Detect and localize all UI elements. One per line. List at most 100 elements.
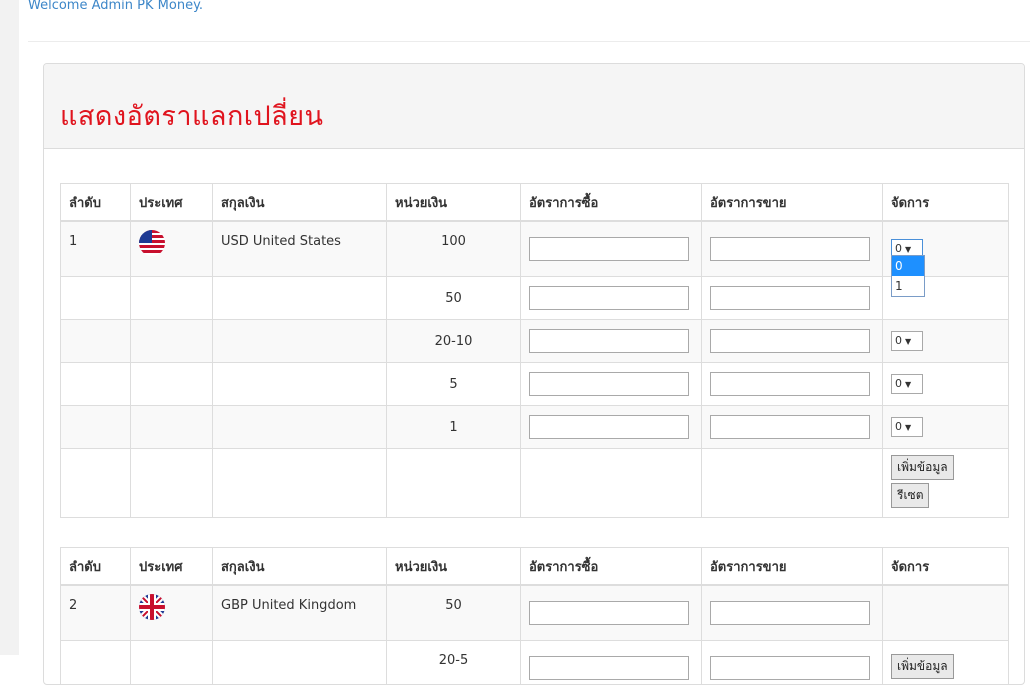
status-select-value: 0 — [895, 334, 902, 347]
table-row: 2 GBP United Kingdom — [61, 585, 1009, 641]
unit-value: 20-5 — [387, 641, 521, 685]
currency-name: USD United States — [213, 221, 387, 277]
status-select[interactable]: 0▼ — [891, 331, 923, 351]
unit-value: 1 — [387, 406, 521, 449]
col-header-no: ลำดับ — [61, 548, 131, 586]
sell-rate-input[interactable] — [710, 601, 870, 625]
col-header-buy-rate: อัตราการซื้อ — [521, 548, 702, 586]
add-data-button[interactable]: เพิ่มข้อมูล — [891, 455, 954, 480]
sell-rate-cell — [702, 641, 883, 685]
sell-rate-input[interactable] — [710, 286, 870, 310]
buy-rate-cell — [521, 221, 702, 277]
uk-flag-icon — [139, 594, 165, 620]
sell-rate-input[interactable] — [710, 329, 870, 353]
col-header-manage: จัดการ — [883, 184, 1009, 222]
left-gutter — [0, 0, 19, 655]
status-select-value: 0 — [895, 377, 902, 390]
buy-rate-cell — [521, 406, 702, 449]
unit-value: 50 — [387, 585, 521, 641]
col-header-country: ประเทศ — [131, 184, 213, 222]
col-header-manage: จัดการ — [883, 548, 1009, 586]
gbp-rate-table: ลำดับ ประเทศ สกุลเงิน หน่วยเงิน อัตราการ… — [60, 547, 1009, 685]
currency-name — [213, 320, 387, 363]
sell-rate-input[interactable] — [710, 372, 870, 396]
currency-name — [213, 406, 387, 449]
col-header-no: ลำดับ — [61, 184, 131, 222]
col-header-unit: หน่วยเงิน — [387, 548, 521, 586]
col-header-sell-rate: อัตราการขาย — [702, 548, 883, 586]
manage-cell: เพิ่มข้อมูล รีเซต — [883, 449, 1009, 518]
currency-name — [213, 449, 387, 518]
col-header-currency: สกุลเงิน — [213, 548, 387, 586]
currency-name — [213, 277, 387, 320]
buy-rate-input[interactable] — [529, 372, 689, 396]
buy-rate-input[interactable] — [529, 415, 689, 439]
buy-rate-input[interactable] — [529, 601, 689, 625]
country-cell — [131, 277, 213, 320]
sell-rate-cell — [702, 221, 883, 277]
add-data-button[interactable]: เพิ่มข้อมูล — [891, 654, 954, 679]
reset-button[interactable]: รีเซต — [891, 483, 929, 508]
buy-rate-cell — [521, 585, 702, 641]
panel-header: แสดงอัตราแลกเปลี่ยน — [44, 64, 1024, 149]
sell-rate-cell — [702, 449, 883, 518]
manage-cell: 0▼ — [883, 363, 1009, 406]
unit-value: 20-10 — [387, 320, 521, 363]
row-number — [61, 449, 131, 518]
sell-rate-cell — [702, 363, 883, 406]
unit-value: 100 — [387, 221, 521, 277]
caret-down-icon: ▼ — [905, 245, 911, 254]
dropdown-option[interactable]: 1 — [892, 276, 924, 296]
status-select[interactable]: 0▼ — [891, 374, 923, 394]
table-header-row: ลำดับ ประเทศ สกุลเงิน หน่วยเงิน อัตราการ… — [61, 184, 1009, 222]
buy-rate-input[interactable] — [529, 237, 689, 261]
sell-rate-cell — [702, 585, 883, 641]
row-number: 2 — [61, 585, 131, 641]
header-divider — [28, 41, 1030, 42]
status-select[interactable]: 0▼ — [891, 417, 923, 437]
us-flag-icon — [139, 230, 165, 256]
table-row: 5 0▼ — [61, 363, 1009, 406]
unit-value: 5 — [387, 363, 521, 406]
col-header-unit: หน่วยเงิน — [387, 184, 521, 222]
status-select-value: 0 — [895, 420, 902, 433]
sell-rate-cell — [702, 406, 883, 449]
table-row: 20-10 0▼ — [61, 320, 1009, 363]
welcome-text: Welcome Admin PK Money. — [28, 0, 203, 13]
sell-rate-input[interactable] — [710, 415, 870, 439]
buy-rate-cell — [521, 277, 702, 320]
country-cell — [131, 585, 213, 641]
unit-value: 50 — [387, 277, 521, 320]
table-row: 1 0▼ — [61, 406, 1009, 449]
row-number — [61, 363, 131, 406]
col-header-buy-rate: อัตราการซื้อ — [521, 184, 702, 222]
unit-value — [387, 449, 521, 518]
caret-down-icon: ▼ — [905, 337, 911, 346]
manage-cell — [883, 585, 1009, 641]
buy-rate-input[interactable] — [529, 329, 689, 353]
sell-rate-cell — [702, 320, 883, 363]
country-cell — [131, 363, 213, 406]
buy-rate-input[interactable] — [529, 286, 689, 310]
country-cell — [131, 320, 213, 363]
buy-rate-cell — [521, 449, 702, 518]
country-cell — [131, 641, 213, 685]
status-select-value: 0 — [895, 242, 902, 255]
caret-down-icon: ▼ — [905, 380, 911, 389]
buy-rate-cell — [521, 320, 702, 363]
usd-rate-table: ลำดับ ประเทศ สกุลเงิน หน่วยเงิน อัตราการ… — [60, 183, 1009, 518]
dropdown-option[interactable]: 0 — [892, 256, 924, 276]
country-cell — [131, 449, 213, 518]
buy-rate-input[interactable] — [529, 656, 689, 680]
sell-rate-input[interactable] — [710, 656, 870, 680]
col-header-currency: สกุลเงิน — [213, 184, 387, 222]
status-dropdown-list: 0 1 — [891, 255, 925, 297]
table-row: 1 USD United States — [61, 221, 1009, 277]
row-number — [61, 277, 131, 320]
col-header-sell-rate: อัตราการขาย — [702, 184, 883, 222]
sell-rate-input[interactable] — [710, 237, 870, 261]
sell-rate-cell — [702, 277, 883, 320]
table-header-row: ลำดับ ประเทศ สกุลเงิน หน่วยเงิน อัตราการ… — [61, 548, 1009, 586]
country-cell — [131, 221, 213, 277]
currency-name — [213, 363, 387, 406]
